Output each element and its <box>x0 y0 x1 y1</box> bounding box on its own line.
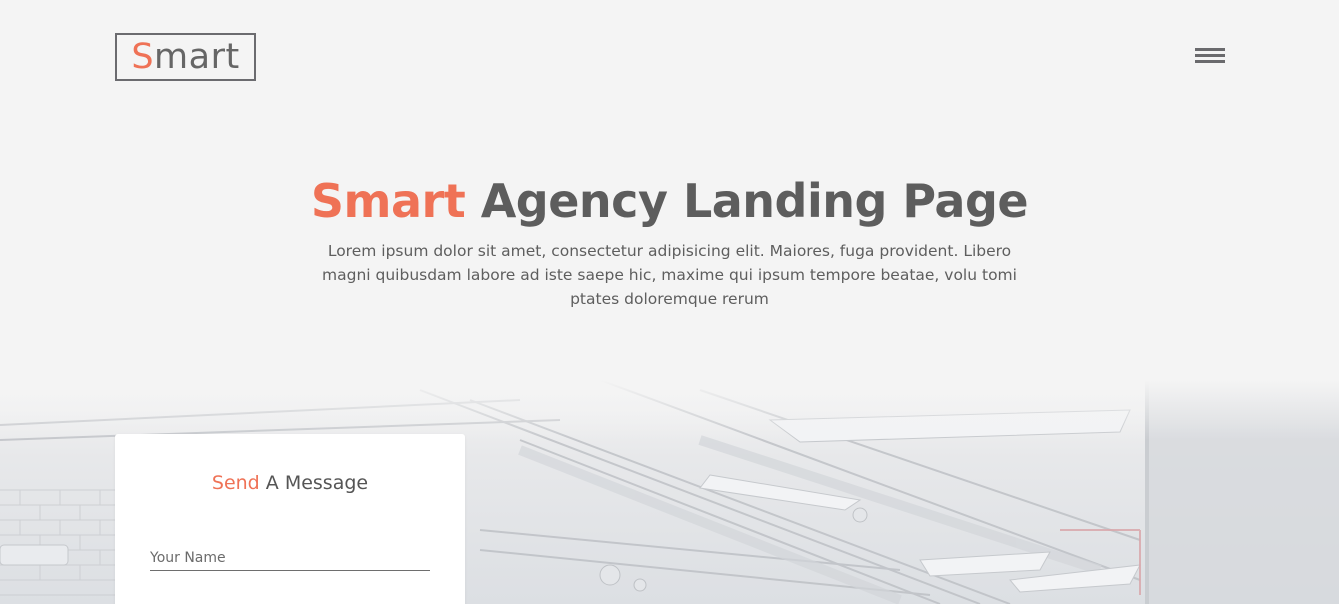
menu-bar-top <box>1195 48 1225 51</box>
menu-bar-bottom <box>1195 60 1225 63</box>
menu-bar-middle <box>1195 54 1225 57</box>
hero-title-accent: Smart <box>310 174 466 228</box>
background-fade <box>0 380 1339 440</box>
logo-accent-letter: S <box>131 36 155 77</box>
logo[interactable]: Smart <box>115 33 256 81</box>
contact-form-title-accent: Send <box>211 472 260 494</box>
hero-title-rest: Agency Landing Page <box>465 174 1029 228</box>
logo-text: mart <box>154 36 240 77</box>
hamburger-menu-icon[interactable] <box>1195 48 1225 66</box>
hero-description: Lorem ipsum dolor sit amet, consectetur … <box>322 242 1017 308</box>
hero-title: Smart Agency Landing Page <box>0 172 1339 230</box>
landing-page: Smart Smart Agency Landing Page Lorem ip… <box>0 0 1339 604</box>
name-input[interactable] <box>150 546 430 571</box>
contact-form-title-rest: A Message <box>259 472 369 494</box>
contact-form-card: Send A Message <box>115 434 465 604</box>
contact-form-title: Send A Message <box>115 472 465 494</box>
